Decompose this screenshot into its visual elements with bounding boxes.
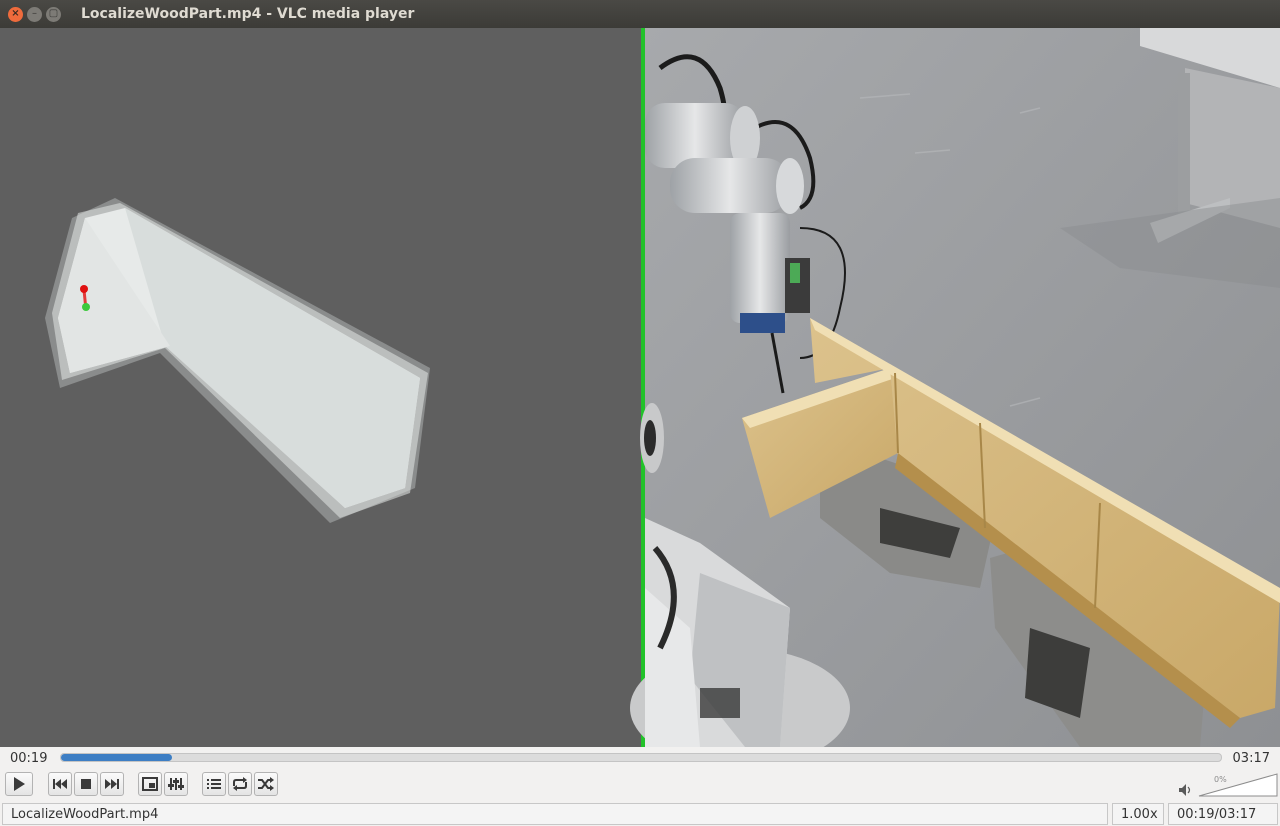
extended-settings-icon	[168, 778, 184, 790]
play-button[interactable]	[5, 772, 33, 796]
maximize-icon[interactable]: ▢	[46, 6, 61, 22]
stop-icon	[81, 779, 91, 789]
status-time[interactable]: 00:19/03:17	[1168, 803, 1278, 825]
previous-button[interactable]	[48, 772, 72, 796]
status-filename: LocalizeWoodPart.mp4	[2, 803, 1108, 825]
window-buttons: × – ▢	[8, 6, 61, 22]
stop-button[interactable]	[74, 772, 98, 796]
fullscreen-icon	[142, 777, 158, 791]
playlist-button[interactable]	[202, 772, 226, 796]
next-button[interactable]	[100, 772, 124, 796]
status-bar: LocalizeWoodPart.mp4 1.00x 00:19/03:17	[0, 801, 1280, 826]
shuffle-icon	[258, 777, 274, 791]
fullscreen-button[interactable]	[138, 772, 162, 796]
seek-progress	[61, 754, 173, 761]
total-time[interactable]: 03:17	[1233, 751, 1270, 766]
volume-slider[interactable]	[1198, 773, 1278, 797]
playback-speed[interactable]: 1.00x	[1112, 803, 1164, 825]
window-title: LocalizeWoodPart.mp4 - VLC media player	[81, 6, 415, 22]
seek-slider[interactable]	[60, 753, 1222, 762]
video-frame	[0, 28, 1280, 747]
loop-button[interactable]	[228, 772, 252, 796]
video-area[interactable]	[0, 28, 1280, 747]
loop-icon	[233, 777, 247, 791]
elapsed-time: 00:19	[10, 750, 48, 766]
close-icon[interactable]: ×	[8, 6, 23, 22]
controls-bar: 0%	[0, 769, 1280, 800]
next-icon	[105, 779, 119, 789]
shuffle-button[interactable]	[254, 772, 278, 796]
extended-settings-button[interactable]	[164, 772, 188, 796]
previous-icon	[53, 779, 67, 789]
speaker-icon[interactable]	[1178, 783, 1192, 797]
point-cloud-pane	[0, 28, 641, 747]
split-divider	[641, 28, 645, 747]
title-bar: × – ▢ LocalizeWoodPart.mp4 - VLC media p…	[0, 0, 1280, 28]
minimize-icon[interactable]: –	[27, 6, 42, 22]
play-icon	[14, 777, 25, 791]
camera-pane	[630, 28, 1280, 747]
volume-control[interactable]: 0%	[1170, 769, 1280, 800]
seek-row: 00:19 03:17	[0, 747, 1280, 769]
playlist-icon	[207, 779, 221, 789]
